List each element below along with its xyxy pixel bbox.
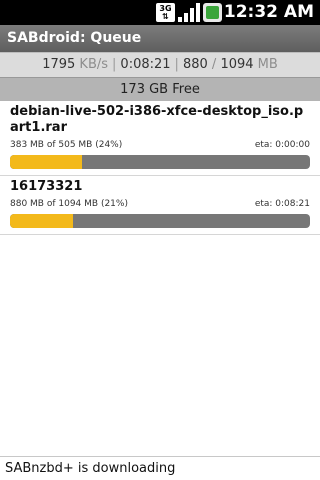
battery-icon <box>203 3 222 22</box>
queue-item[interactable]: debian-live-502-i386-xfce-desktop_iso.pa… <box>0 101 320 176</box>
total-mb: 1094 <box>220 57 254 72</box>
queue-list: debian-live-502-i386-xfce-desktop_iso.pa… <box>0 101 320 235</box>
app-title: SABdroid: Queue <box>0 25 320 52</box>
progress-fill <box>10 214 73 228</box>
queue-item-name: debian-live-502-i386-xfce-desktop_iso.pa… <box>10 104 304 135</box>
speed-value: 1795 <box>42 57 76 72</box>
queue-item[interactable]: 16173321 880 MB of 1094 MB (21%) eta: 0:… <box>0 176 320 235</box>
separator: | <box>174 57 179 72</box>
progress-fill <box>10 155 82 169</box>
time-left: 0:08:21 <box>120 57 171 72</box>
done-mb: 880 <box>182 57 208 72</box>
queue-item-meta: 383 MB of 505 MB (24%) eta: 0:00:00 <box>10 138 310 153</box>
queue-item-progress-text: 383 MB of 505 MB (24%) <box>10 140 123 150</box>
queue-item-progress-text: 880 MB of 1094 MB (21%) <box>10 199 128 209</box>
queue-item-eta: eta: 0:00:00 <box>254 140 310 150</box>
progress-bar <box>10 155 310 169</box>
slash: / <box>211 57 217 72</box>
separator: | <box>112 57 117 72</box>
free-space: 173 GB Free <box>0 77 320 101</box>
status-bar: 3G ⇅ 12:32 AM <box>0 0 320 25</box>
speed-unit: KB/s <box>79 57 109 72</box>
status-icons: 3G ⇅ <box>156 2 222 23</box>
queue-item-name: 16173321 <box>10 179 83 194</box>
progress-bar <box>10 214 310 228</box>
status-footer: SABnzbd+ is downloading <box>0 456 320 480</box>
queue-item-eta: eta: 0:08:21 <box>254 199 310 209</box>
queue-item-meta: 880 MB of 1094 MB (21%) eta: 0:08:21 <box>10 197 310 212</box>
download-stats: 1795 KB/s | 0:08:21 | 880 / 1094 MB <box>0 52 320 77</box>
3g-icon: 3G ⇅ <box>156 3 175 22</box>
clock: 12:32 AM <box>223 2 314 22</box>
signal-icon <box>178 3 200 22</box>
size-unit: MB <box>257 57 278 72</box>
